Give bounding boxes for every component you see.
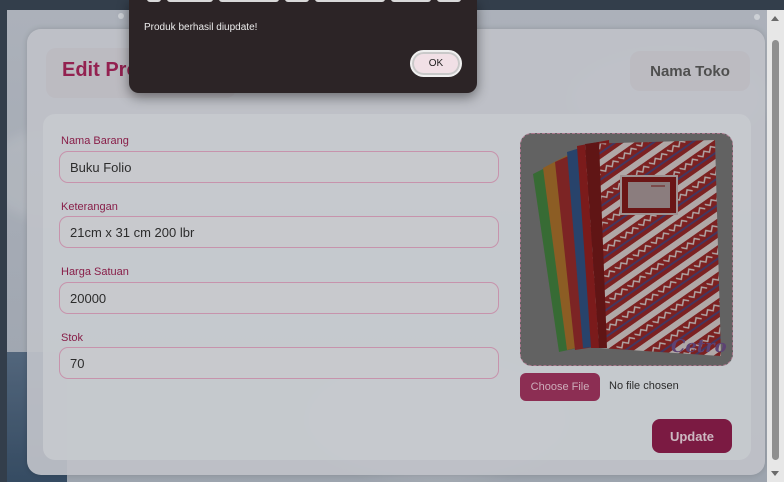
- dialog-message: Produk berhasil diupdate!: [144, 22, 258, 33]
- alert-dialog: Produk berhasil diupdate! OK: [129, 0, 477, 93]
- scroll-up-arrow-icon[interactable]: [771, 16, 779, 21]
- page-scrollbar[interactable]: [767, 10, 784, 482]
- dialog-clipped-text: [147, 0, 467, 6]
- ok-button[interactable]: OK: [410, 50, 462, 77]
- scroll-down-arrow-icon[interactable]: [771, 471, 779, 476]
- scroll-thumb[interactable]: [772, 40, 779, 460]
